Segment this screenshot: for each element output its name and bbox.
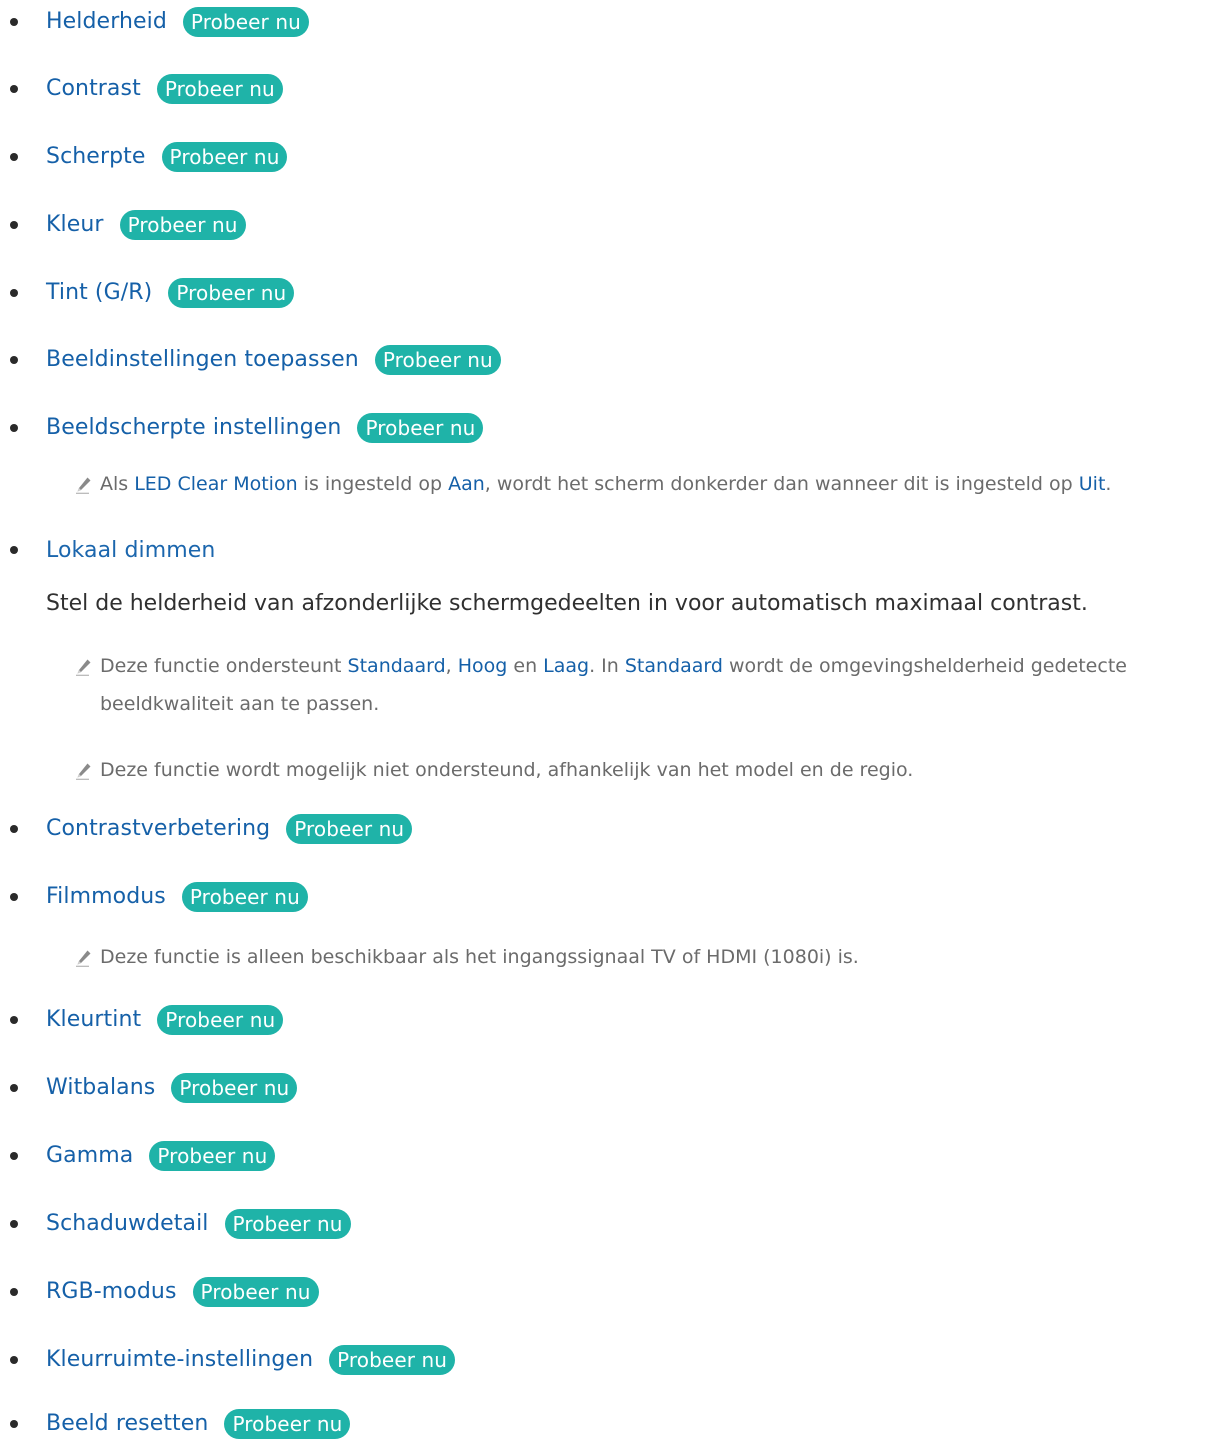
bullet — [10, 893, 18, 901]
pencil-icon — [76, 477, 91, 494]
try-now-button-tint[interactable]: Probeer nu — [168, 278, 295, 308]
lokaal-dimmen-description: Stel de helderheid van afzonderlijke sch… — [46, 591, 1088, 616]
try-now-button-kleurruimte[interactable]: Probeer nu — [329, 1345, 456, 1375]
note-highlight[interactable]: LED Clear Motion — [134, 473, 297, 495]
link-kleurruimte-label: Kleurruimte-instellingen — [46, 1347, 314, 1372]
try-now-button-witbalans[interactable]: Probeer nu — [171, 1073, 298, 1103]
try-now-button-rgb-modus[interactable]: Probeer nu — [192, 1277, 319, 1307]
pencil-icon — [76, 763, 91, 780]
try-now-button-beeldinstellingen[interactable]: Probeer nu — [374, 345, 501, 375]
link-contrast-label: Contrast — [46, 76, 141, 101]
link-tint-label: Tint (G/R) — [46, 280, 153, 305]
pencil-icon — [76, 950, 91, 967]
pencil-icon — [76, 659, 91, 676]
bullet — [10, 85, 18, 93]
note-support-line2: beeldkwaliteit aan te passen. — [100, 693, 380, 715]
link-kleur-label: Kleur — [46, 212, 104, 237]
page: Helderheid Probeer nu Contrast Probeer nu … — [0, 0, 1212, 1454]
link-beeldscherpte[interactable]: Beeldscherpte instellingen Probeer nu — [46, 413, 484, 443]
link-contrastverbetering-label: Contrastverbetering — [46, 816, 271, 841]
bullet — [10, 546, 18, 554]
bullet — [10, 18, 18, 26]
bullet — [10, 424, 18, 432]
bullet — [10, 1016, 18, 1024]
note-text: en — [507, 655, 544, 677]
try-now-button-kleurtint[interactable]: Probeer nu — [157, 1005, 284, 1035]
link-helderheid-label: Helderheid — [46, 9, 167, 34]
link-beeldinstellingen-label: Beeldinstellingen toepassen — [46, 347, 359, 372]
bullet — [10, 221, 18, 229]
link-filmmodus[interactable]: Filmmodus Probeer nu — [46, 882, 308, 912]
link-lokaal-dimmen[interactable]: Lokaal dimmen — [46, 538, 215, 563]
link-witbalans[interactable]: Witbalans Probeer nu — [46, 1073, 298, 1103]
note-highlight[interactable]: Hoog — [458, 655, 508, 677]
try-now-button-schaduwdetail[interactable]: Probeer nu — [224, 1209, 351, 1239]
bullet — [10, 1084, 18, 1092]
bullet — [10, 825, 18, 833]
link-scherpte[interactable]: Scherpte Probeer nu — [46, 142, 288, 172]
link-kleurtint[interactable]: Kleurtint Probeer nu — [46, 1005, 284, 1035]
link-tint[interactable]: Tint (G/R) Probeer nu — [46, 278, 295, 308]
note-highlight[interactable]: Uit — [1079, 473, 1106, 495]
link-rgb-modus-label: RGB-modus — [46, 1279, 177, 1304]
link-beeld-resetten[interactable]: Beeld resetten Probeer nu — [46, 1409, 351, 1439]
note-text: Deze functie ondersteunt — [100, 655, 348, 677]
note-text: . In — [589, 655, 625, 677]
note-text: is ingesteld op — [297, 473, 449, 495]
note-support: Deze functie ondersteunt Standaard, Hoog… — [100, 648, 1127, 684]
link-schaduwdetail[interactable]: Schaduwdetail Probeer nu — [46, 1209, 351, 1239]
note-text: , wordt het scherm donkerder dan wanneer… — [484, 473, 1079, 495]
link-gamma-label: Gamma — [46, 1143, 134, 1168]
link-beeld-resetten-label: Beeld resetten — [46, 1411, 209, 1436]
link-schaduwdetail-label: Schaduwdetail — [46, 1211, 209, 1236]
bullet — [10, 1152, 18, 1160]
link-beeldscherpte-label: Beeldscherpte instellingen — [46, 415, 342, 440]
link-scherpte-label: Scherpte — [46, 144, 146, 169]
note-text: , — [445, 655, 458, 677]
note-text: Als — [100, 473, 135, 495]
try-now-button-beeldscherpte[interactable]: Probeer nu — [357, 413, 484, 443]
link-contrastverbetering[interactable]: Contrastverbetering Probeer nu — [46, 814, 413, 844]
link-kleur[interactable]: Kleur Probeer nu — [46, 210, 246, 240]
note-highlight[interactable]: Aan — [448, 473, 485, 495]
note-led-clear-motion: Als LED Clear Motion is ingesteld op Aan… — [100, 466, 1111, 502]
note-highlight[interactable]: Laag — [543, 655, 589, 677]
bullet — [10, 1288, 18, 1296]
try-now-button-helderheid[interactable]: Probeer nu — [182, 7, 309, 37]
try-now-button-scherpte[interactable]: Probeer nu — [161, 142, 288, 172]
try-now-button-beeld-resetten[interactable]: Probeer nu — [224, 1409, 351, 1439]
note-text: wordt de omgevingshelderheid gedetecte — [722, 655, 1127, 677]
try-now-button-kleur[interactable]: Probeer nu — [119, 210, 246, 240]
bullet — [10, 153, 18, 161]
note-highlight[interactable]: Standaard — [348, 655, 446, 677]
link-contrast[interactable]: Contrast Probeer nu — [46, 74, 283, 104]
note-highlight[interactable]: Standaard — [625, 655, 723, 677]
bullet — [10, 289, 18, 297]
note-model: Deze functie wordt mogelijk niet onderst… — [100, 759, 914, 781]
try-now-button-contrastverbetering[interactable]: Probeer nu — [286, 814, 413, 844]
link-witbalans-label: Witbalans — [46, 1075, 156, 1100]
bullet — [10, 356, 18, 364]
link-beeldinstellingen[interactable]: Beeldinstellingen toepassen Probeer nu — [46, 345, 501, 375]
bullet — [10, 1420, 18, 1428]
note-text: . — [1105, 473, 1112, 495]
link-rgb-modus[interactable]: RGB-modus Probeer nu — [46, 1277, 319, 1307]
link-filmmodus-label: Filmmodus — [46, 884, 166, 909]
bullet — [10, 1356, 18, 1364]
link-helderheid[interactable]: Helderheid Probeer nu — [46, 7, 309, 37]
try-now-button-gamma[interactable]: Probeer nu — [149, 1141, 276, 1171]
note-film: Deze functie is alleen beschikbaar als h… — [100, 946, 859, 968]
try-now-button-filmmodus[interactable]: Probeer nu — [181, 882, 308, 912]
try-now-button-contrast[interactable]: Probeer nu — [156, 74, 283, 104]
link-kleurruimte[interactable]: Kleurruimte-instellingen Probeer nu — [46, 1345, 456, 1375]
bullet — [10, 1220, 18, 1228]
link-kleurtint-label: Kleurtint — [46, 1007, 142, 1032]
link-gamma[interactable]: Gamma Probeer nu — [46, 1141, 276, 1171]
